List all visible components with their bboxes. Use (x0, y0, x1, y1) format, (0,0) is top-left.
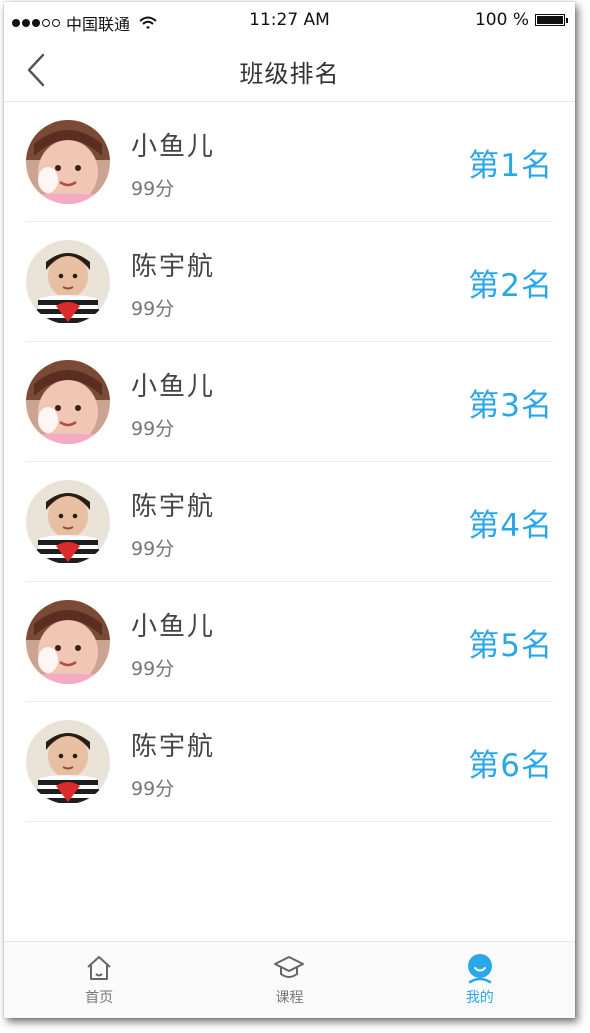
rank-row[interactable]: 陈宇航 99分 第6名 (26, 702, 553, 822)
student-score: 99分 (131, 778, 175, 800)
battery-percentage: 100 % (474, 10, 529, 30)
rank-row[interactable]: 陈宇航 99分 第4名 (26, 462, 553, 582)
tab-home-label: 首页 (85, 990, 114, 1006)
student-score: 99分 (131, 418, 175, 440)
phone-screen: 中国联通 11:27 AM 100 % 班级排名 小鱼儿 99分 第1名陈宇航 99分… (4, 2, 575, 1018)
tab-home[interactable]: 首页 (4, 942, 194, 1018)
graduation-cap-icon (273, 952, 305, 984)
tab-mine[interactable]: 我的 (385, 942, 575, 1018)
student-name: 陈宇航 (131, 252, 216, 282)
student-score: 99分 (131, 178, 175, 200)
status-right: 100 % (474, 10, 568, 30)
avatar (26, 600, 110, 684)
rank-row[interactable]: 小鱼儿 99分 第5名 (26, 582, 553, 702)
status-bar: 中国联通 11:27 AM 100 % (4, 2, 575, 40)
avatar (26, 720, 110, 804)
student-name: 陈宇航 (131, 492, 216, 522)
rank-label: 第2名 (468, 268, 553, 304)
rank-row[interactable]: 小鱼儿 99分 第3名 (26, 342, 553, 462)
rank-label: 第5名 (468, 628, 553, 664)
tab-mine-label: 我的 (465, 990, 494, 1006)
avatar (26, 240, 110, 324)
student-name: 小鱼儿 (131, 372, 216, 402)
page-title: 班级排名 (239, 60, 340, 88)
student-score: 99分 (131, 658, 175, 680)
rank-row[interactable]: 陈宇航 99分 第2名 (26, 222, 553, 342)
avatar (26, 480, 110, 564)
avatar (26, 120, 110, 204)
student-score: 99分 (131, 538, 175, 560)
student-name: 小鱼儿 (131, 132, 216, 162)
rank-label: 第3名 (468, 388, 553, 424)
rank-label: 第1名 (468, 148, 553, 184)
student-name: 小鱼儿 (131, 612, 216, 642)
nav-bar: 班级排名 (4, 40, 575, 102)
student-name: 陈宇航 (131, 732, 216, 762)
tab-bar: 首页 课程 我的 (4, 941, 575, 1018)
student-score: 99分 (131, 298, 175, 320)
avatar (26, 360, 110, 444)
rank-label: 第6名 (468, 748, 553, 784)
rank-row[interactable]: 小鱼儿 99分 第1名 (26, 102, 553, 222)
rank-label: 第4名 (468, 508, 553, 544)
battery-icon (535, 14, 568, 26)
home-icon (83, 952, 115, 984)
rank-list: 小鱼儿 99分 第1名 陈宇航 99分 第2名 小鱼儿 99分 第3名 陈宇航 99分 第4名 小鱼儿 9… (4, 102, 575, 822)
tab-courses-label: 课程 (275, 990, 304, 1006)
profile-icon (464, 952, 496, 984)
tab-courses[interactable]: 课程 (194, 942, 384, 1018)
